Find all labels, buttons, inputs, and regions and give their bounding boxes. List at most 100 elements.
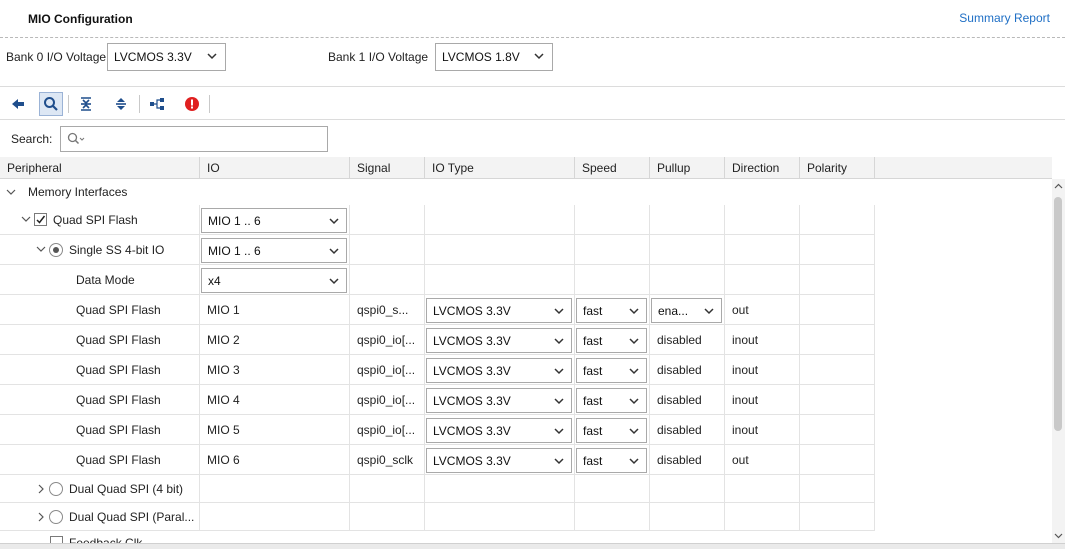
pullup-cell: disabled <box>650 415 725 445</box>
chevron-down-icon[interactable] <box>21 214 31 224</box>
pin-direction-label: inout <box>732 363 759 377</box>
horizontal-scrollbar[interactable] <box>0 543 1065 549</box>
collapse-all-button[interactable] <box>74 92 98 116</box>
io-type-select[interactable]: LVCMOS 3.3V <box>426 298 572 323</box>
pin-io-label: MIO 1 <box>207 303 240 317</box>
speed-select[interactable]: fast <box>576 298 647 323</box>
peripheral-cell: Dual Quad SPI (4 bit) <box>0 475 200 503</box>
chevron-right-icon[interactable] <box>36 484 46 494</box>
speed-cell <box>575 503 650 531</box>
io-type-select[interactable]: LVCMOS 3.3V <box>426 448 572 473</box>
hierarchy-button[interactable] <box>145 92 169 116</box>
speed-cell <box>575 235 650 265</box>
bank1-voltage-select[interactable]: LVCMOS 1.8V <box>435 43 553 71</box>
speed-cell: fast <box>575 325 650 355</box>
toolbar-divider <box>68 95 69 113</box>
polarity-cell <box>800 415 875 445</box>
io-type-select[interactable]: LVCMOS 3.3V <box>426 388 572 413</box>
peripheral-cell: Quad SPI Flash <box>0 205 200 235</box>
vertical-scrollbar[interactable] <box>1052 179 1065 545</box>
chevron-down-icon <box>553 395 565 407</box>
direction-cell <box>725 265 800 295</box>
io-type-cell: LVCMOS 3.3V <box>425 325 575 355</box>
pin-peripheral-label: Quad SPI Flash <box>76 423 161 437</box>
single-ss-radio[interactable] <box>49 243 63 257</box>
search-icon <box>67 132 85 145</box>
single-ss-io-select[interactable]: MIO 1 .. 6 <box>201 238 347 263</box>
io-type-select[interactable]: LVCMOS 3.3V <box>426 418 572 443</box>
speed-cell: fast <box>575 295 650 325</box>
chevron-right-icon[interactable] <box>36 512 46 522</box>
pin-direction-label: out <box>732 453 749 467</box>
signal-cell <box>350 235 425 265</box>
quad-spi-flash-checkbox[interactable] <box>34 213 47 226</box>
io-type-value: LVCMOS 3.3V <box>433 304 511 318</box>
pullup-select[interactable]: ena... <box>651 298 722 323</box>
data-mode-select[interactable]: x4 <box>201 268 347 293</box>
speed-value: fast <box>583 334 603 348</box>
dual-quad-parallel-radio[interactable] <box>49 510 63 524</box>
signal-cell <box>350 265 425 295</box>
column-header-io-type[interactable]: IO Type <box>425 157 575 179</box>
search-input[interactable] <box>87 130 323 148</box>
pin-signal-label: qspi0_sclk <box>357 453 414 467</box>
chevron-down-icon <box>628 335 640 347</box>
speed-select[interactable]: fast <box>576 418 647 443</box>
chevron-down-icon <box>328 275 340 287</box>
tree-row-dual-quad-parallel: Dual Quad SPI (Paral... <box>0 503 875 531</box>
scrollbar-thumb[interactable] <box>1054 197 1062 431</box>
chevron-down-icon <box>534 53 544 60</box>
polarity-cell <box>800 205 875 235</box>
direction-cell <box>725 475 800 503</box>
peripheral-cell: Quad SPI Flash <box>0 325 200 355</box>
summary-report-link[interactable]: Summary Report <box>959 11 1050 25</box>
polarity-cell <box>800 503 875 531</box>
tree-row-dual-quad-4bit: Dual Quad SPI (4 bit) <box>0 475 875 503</box>
search-row: Search: <box>0 121 1065 157</box>
bank0-voltage-value: LVCMOS 3.3V <box>114 50 192 64</box>
tree-row-memory-interfaces[interactable]: Memory Interfaces <box>0 179 875 205</box>
speed-select[interactable]: fast <box>576 328 647 353</box>
speed-select[interactable]: fast <box>576 448 647 473</box>
search-toggle-button[interactable] <box>39 92 63 116</box>
column-header-speed[interactable]: Speed <box>575 157 650 179</box>
io-type-cell <box>425 235 575 265</box>
io-type-select[interactable]: LVCMOS 3.3V <box>426 358 572 383</box>
signal-cell <box>350 503 425 531</box>
back-button[interactable] <box>6 92 30 116</box>
column-header-direction[interactable]: Direction <box>725 157 800 179</box>
column-header-peripheral[interactable]: Peripheral <box>0 157 200 179</box>
column-header-io[interactable]: IO <box>200 157 350 179</box>
column-header-polarity[interactable]: Polarity <box>800 157 875 179</box>
bank0-voltage-select[interactable]: LVCMOS 3.3V <box>107 43 226 71</box>
chevron-down-icon[interactable] <box>6 187 16 197</box>
scroll-down-icon[interactable] <box>1054 531 1063 540</box>
column-header-pullup[interactable]: Pullup <box>650 157 725 179</box>
direction-cell <box>725 205 800 235</box>
peripheral-cell: Single SS 4-bit IO <box>0 235 200 265</box>
io-cell: MIO 1 <box>200 295 350 325</box>
search-field[interactable] <box>60 126 328 152</box>
speed-cell: fast <box>575 415 650 445</box>
signal-cell: qspi0_io[... <box>350 355 425 385</box>
tree-row-quad-spi-flash: Quad SPI Flash MIO 1 .. 6 <box>0 205 875 235</box>
scroll-up-icon[interactable] <box>1054 182 1063 191</box>
pullup-value: disabled <box>657 453 702 467</box>
show-errors-button[interactable] <box>180 92 204 116</box>
io-type-select[interactable]: LVCMOS 3.3V <box>426 328 572 353</box>
dual-quad-4bit-radio[interactable] <box>49 482 63 496</box>
column-header-signal[interactable]: Signal <box>350 157 425 179</box>
pin-io-label: MIO 6 <box>207 453 240 467</box>
io-cell: MIO 1 .. 6 <box>200 235 350 265</box>
pullup-cell: disabled <box>650 385 725 415</box>
polarity-cell <box>800 475 875 503</box>
search-label: Search: <box>11 132 53 146</box>
speed-select[interactable]: fast <box>576 358 647 383</box>
chevron-down-icon <box>553 425 565 437</box>
speed-select[interactable]: fast <box>576 388 647 413</box>
speed-cell: fast <box>575 355 650 385</box>
chevron-down-icon[interactable] <box>36 244 46 254</box>
io-type-value: LVCMOS 3.3V <box>433 364 511 378</box>
expand-all-button[interactable] <box>109 92 133 116</box>
quad-spi-io-select[interactable]: MIO 1 .. 6 <box>201 208 347 233</box>
